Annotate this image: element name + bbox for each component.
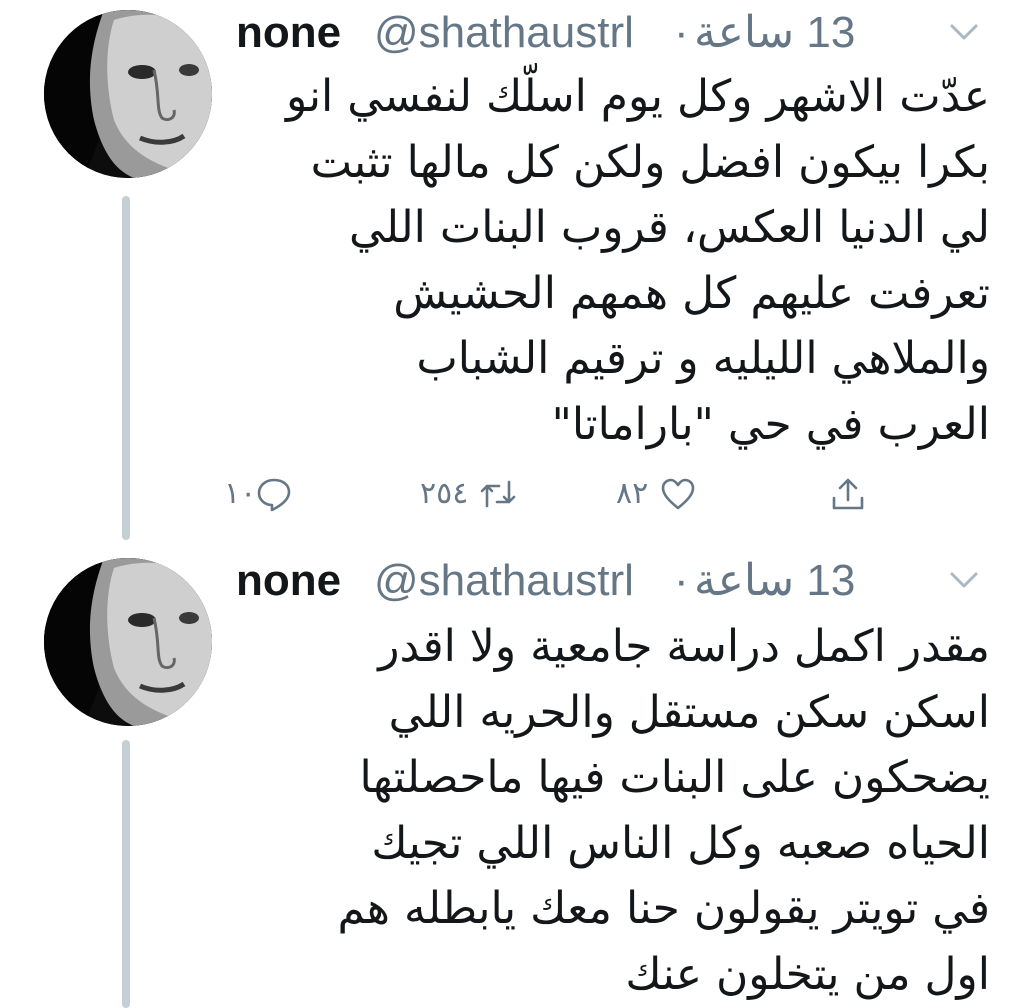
chevron-down-icon[interactable] bbox=[948, 568, 980, 592]
tweet-actions: ١٠ ٢٥٤ ٨٢ bbox=[220, 466, 900, 522]
tweet-text: عدّت الاشهر وكل يوم اسلّك لنفسي انو بكرا… bbox=[286, 71, 990, 450]
heart-icon bbox=[661, 478, 695, 510]
thread-line bbox=[122, 740, 130, 1008]
separator-dot: · bbox=[674, 8, 689, 57]
separator-dot: · bbox=[674, 556, 689, 605]
avatar[interactable] bbox=[44, 558, 212, 726]
chevron-down-icon[interactable] bbox=[948, 20, 980, 44]
tweet-header: none @shathaustrl · 13 ساعة bbox=[236, 0, 1016, 66]
like-button[interactable]: ٨٢ bbox=[616, 466, 736, 522]
reply-icon bbox=[257, 478, 291, 512]
tweet-text: مقدر اكمل دراسة جامعية ولا اقدر اسكن سكن… bbox=[337, 621, 990, 1000]
tweet[interactable]: none @shathaustrl · 13 ساعة مقدر اكمل در… bbox=[0, 548, 1024, 1008]
retweet-button[interactable]: ٢٥٤ bbox=[420, 466, 570, 522]
share-icon bbox=[832, 478, 864, 510]
reply-count: ١٠ bbox=[224, 476, 257, 511]
user-handle[interactable]: @shathaustrl bbox=[374, 548, 634, 614]
retweet-count: ٢٥٤ bbox=[420, 476, 469, 511]
avatar[interactable] bbox=[44, 10, 212, 178]
display-name[interactable]: none bbox=[236, 0, 341, 66]
tweet[interactable]: none @shathaustrl · 13 ساعة عدّت الاشهر … bbox=[0, 0, 1024, 540]
display-name[interactable]: none bbox=[236, 548, 341, 614]
like-count: ٨٢ bbox=[616, 476, 649, 511]
retweet-icon bbox=[480, 480, 516, 508]
share-button[interactable] bbox=[820, 466, 880, 522]
thread-line bbox=[122, 196, 130, 540]
reply-button[interactable]: ١٠ bbox=[220, 466, 340, 522]
tweet-header: none @shathaustrl · 13 ساعة bbox=[236, 548, 1016, 614]
user-handle[interactable]: @shathaustrl bbox=[374, 0, 634, 66]
